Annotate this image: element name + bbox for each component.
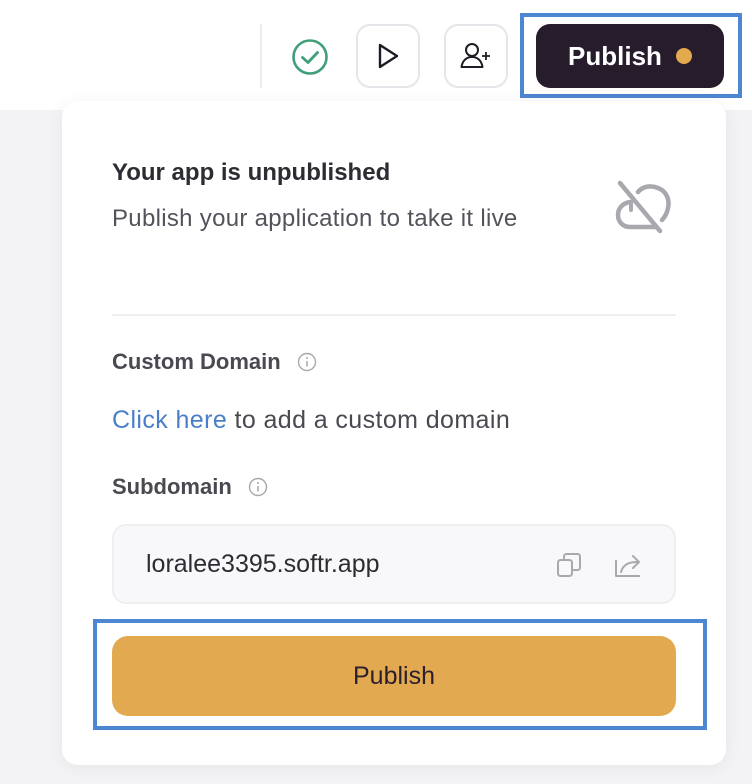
section-divider <box>112 314 676 316</box>
custom-domain-label: Custom Domain <box>112 349 317 375</box>
play-icon <box>378 43 399 69</box>
publish-button[interactable]: Publish <box>112 636 676 716</box>
subdomain-field[interactable]: loralee3395.softr.app <box>112 524 676 604</box>
panel-title: Your app is unpublished <box>112 159 391 186</box>
header-publish-button[interactable]: Publish <box>536 24 724 88</box>
add-custom-domain-link[interactable]: Click here <box>112 406 227 434</box>
subdomain-label: Subdomain <box>112 474 268 500</box>
cloud-off-icon <box>615 180 671 234</box>
subdomain-label-text: Subdomain <box>112 474 232 499</box>
invite-user-button[interactable] <box>444 24 508 88</box>
publish-button-label: Publish <box>353 661 435 690</box>
top-toolbar: Publish <box>0 0 752 110</box>
info-icon[interactable] <box>248 477 268 497</box>
custom-domain-hint-text: to add a custom domain <box>227 406 511 434</box>
unpublished-status-dot <box>675 48 692 64</box>
toolbar-divider <box>260 24 262 88</box>
external-share-icon[interactable] <box>614 552 644 578</box>
header-publish-label: Publish <box>568 40 662 71</box>
preview-button[interactable] <box>356 24 420 88</box>
user-plus-icon <box>460 43 490 68</box>
panel-description: Publish your application to take it live <box>112 205 518 232</box>
check-circle-icon <box>292 39 328 75</box>
custom-domain-label-text: Custom Domain <box>112 349 281 374</box>
copy-icon[interactable] <box>556 552 582 578</box>
info-icon[interactable] <box>297 352 317 372</box>
subdomain-value: loralee3395.softr.app <box>146 550 380 578</box>
custom-domain-hint: Click here to add a custom domain <box>112 406 510 435</box>
